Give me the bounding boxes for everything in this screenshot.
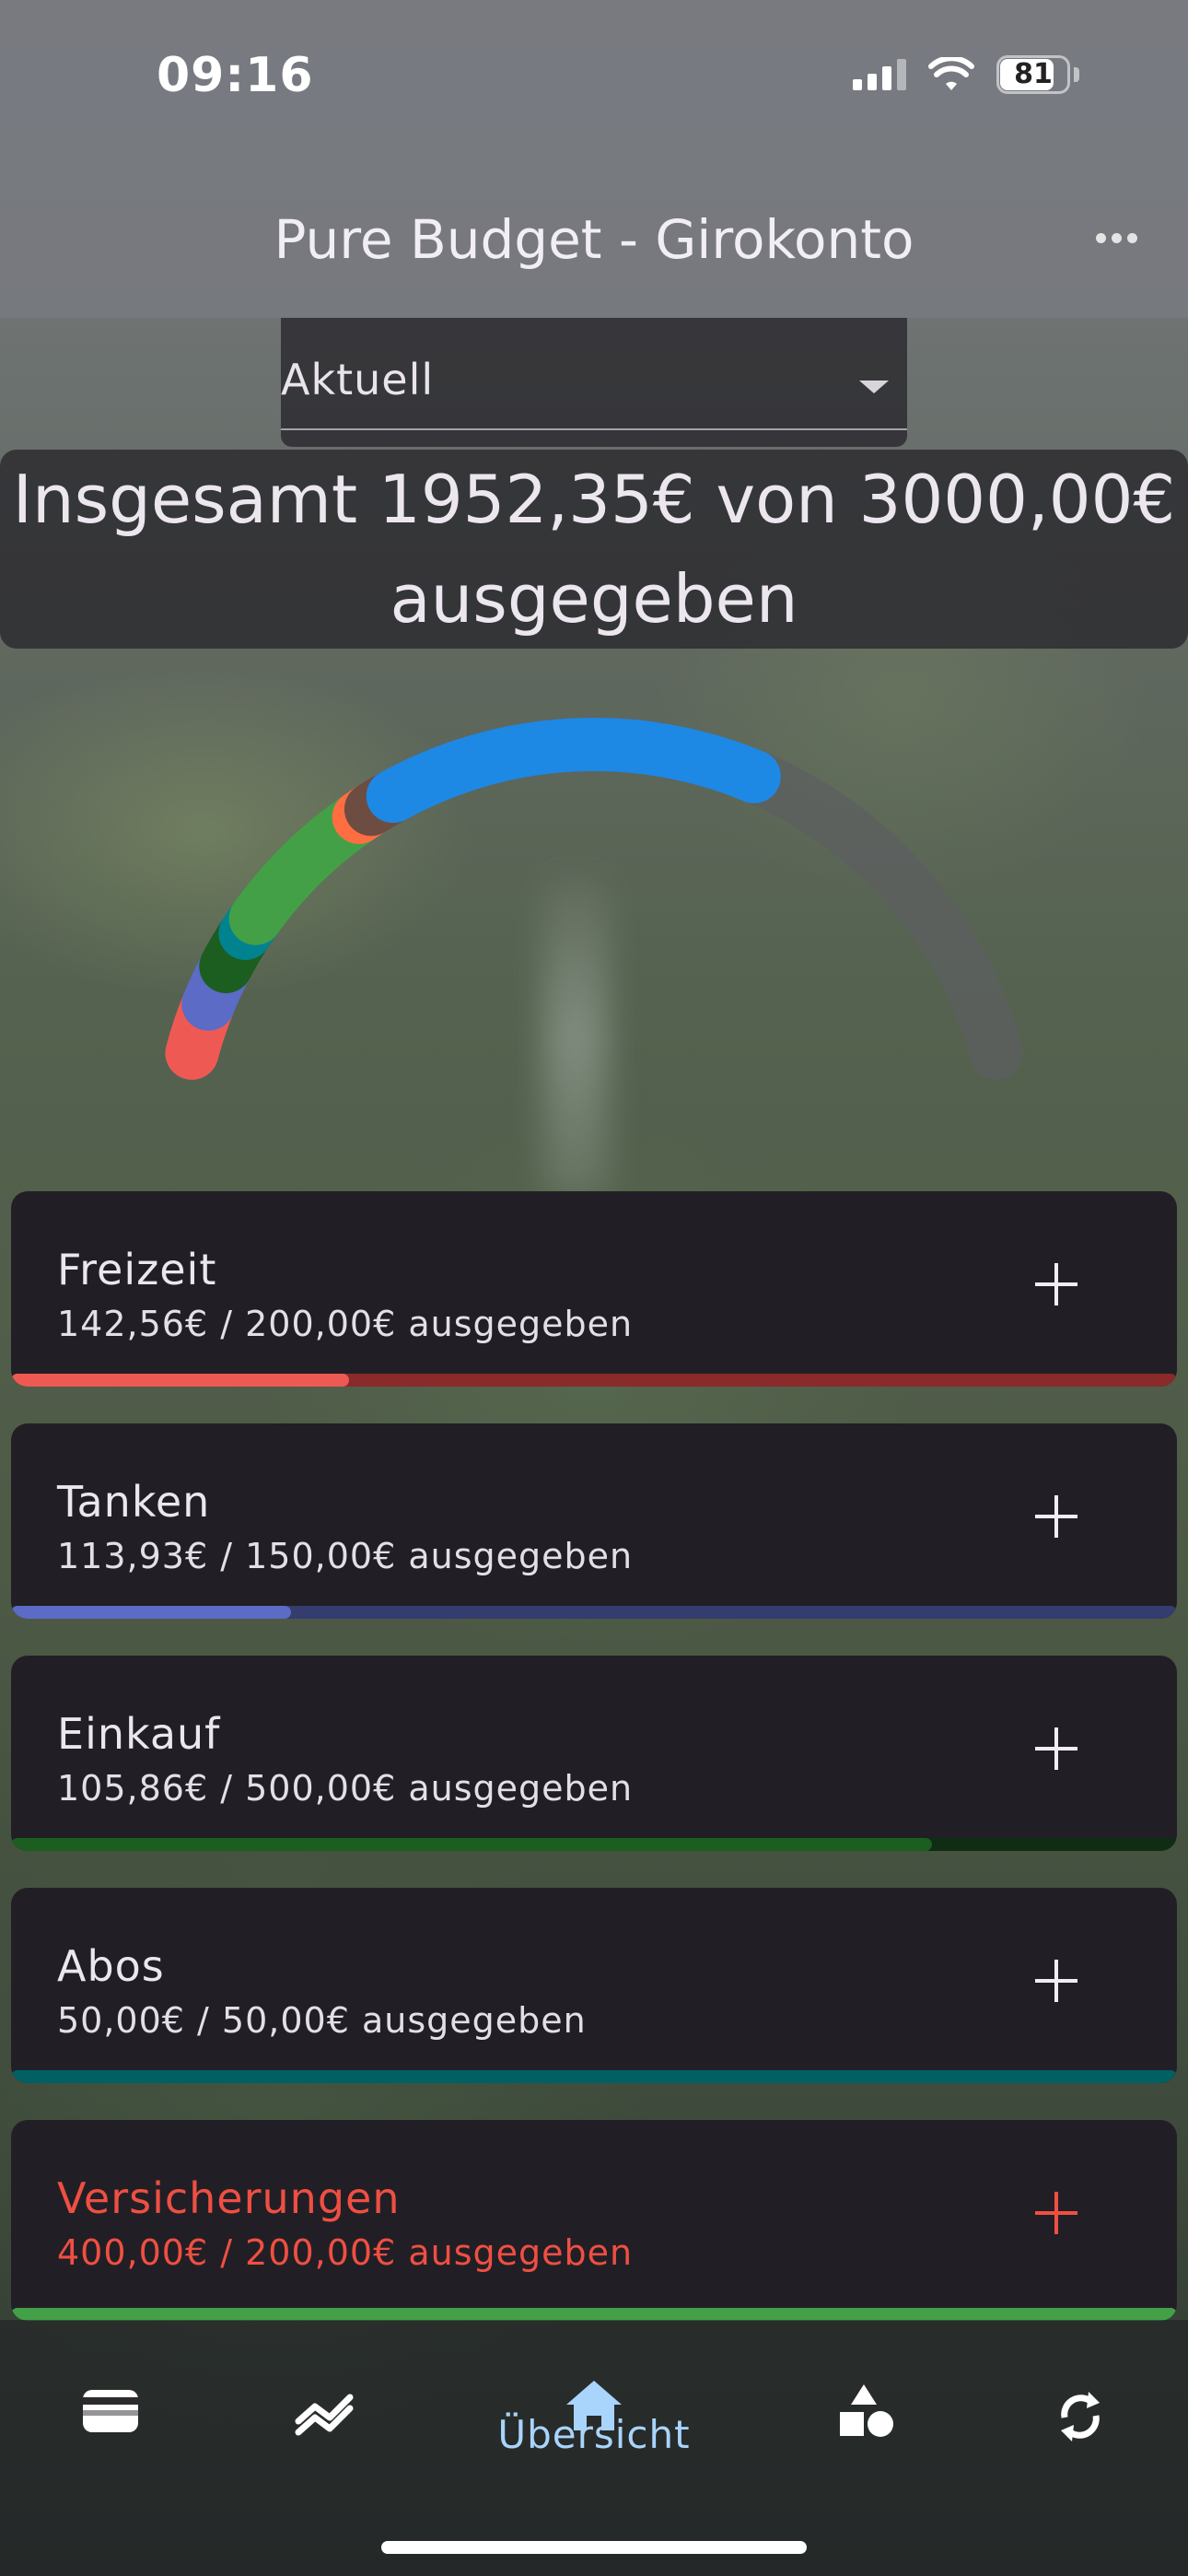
category-progress-fill [11, 1374, 350, 1387]
category-progress-fill [11, 1606, 291, 1619]
dropdown-underline [281, 428, 907, 430]
category-amount: 105,86€ / 500,00€ ausgegeben [57, 1768, 634, 1809]
add-expense-icon[interactable] [1030, 1954, 1083, 2008]
category-progress-track [11, 2308, 1177, 2321]
budget-summary: Insgesamt 1952,35€ von 3000,00€ ausgegeb… [0, 450, 1188, 649]
status-icons: 81 [853, 55, 1079, 94]
wifi-icon [928, 57, 974, 90]
summary-line-1: Insgesamt 1952,35€ von 3000,00€ [12, 461, 1176, 538]
category-name: Tanken [57, 1477, 211, 1527]
category-amount: 50,00€ / 50,00€ ausgegeben [57, 2000, 587, 2041]
category-card[interactable]: Einkauf 105,86€ / 500,00€ ausgegeben [11, 1656, 1177, 1851]
category-progress-track [11, 1838, 1177, 1851]
budget-gauge [165, 718, 1023, 1080]
category-progress-track [11, 2070, 1177, 2083]
category-name: Versicherungen [57, 2173, 401, 2223]
period-dropdown[interactable]: Aktuell [281, 318, 907, 447]
category-progress-track [11, 1374, 1177, 1387]
category-card[interactable]: Tanken 113,93€ / 150,00€ ausgegeben [11, 1423, 1177, 1619]
category-progress-track [11, 1606, 1177, 1619]
status-time: 09:16 [157, 48, 314, 103]
category-card[interactable]: Versicherungen 400,00€ / 200,00€ ausgegeb… [11, 2120, 1177, 2321]
category-amount: 400,00€ / 200,00€ ausgegeben [57, 2232, 634, 2273]
category-name: Freizeit [57, 1245, 217, 1294]
period-dropdown-value: Aktuell [281, 355, 435, 404]
gauge-track [165, 718, 1023, 1080]
category-progress-fill [11, 1838, 933, 1851]
category-progress-fill [11, 2308, 1177, 2321]
category-card[interactable]: Freizeit 142,56€ / 200,00€ ausgegeben [11, 1191, 1177, 1387]
category-name: Einkauf [57, 1709, 221, 1759]
home-indicator [381, 2541, 807, 2554]
more-horizontal-icon[interactable] [1096, 233, 1137, 243]
nav-overview-label[interactable]: Übersicht [0, 2412, 1188, 2457]
add-expense-icon[interactable] [1030, 1722, 1083, 1775]
summary-line-2: ausgegeben [390, 560, 798, 638]
add-expense-icon[interactable] [1030, 2186, 1083, 2240]
battery-level: 81 [1014, 58, 1053, 90]
category-name: Abos [57, 1941, 165, 1991]
gauge-segment [366, 718, 781, 824]
battery-icon: 81 [996, 55, 1079, 94]
chevron-down-icon [859, 381, 889, 393]
category-amount: 113,93€ / 150,00€ ausgegeben [57, 1536, 634, 1576]
cellular-signal-icon [853, 59, 906, 90]
category-amount: 142,56€ / 200,00€ ausgegeben [57, 1304, 634, 1344]
category-card[interactable]: Abos 50,00€ / 50,00€ ausgegeben [11, 1888, 1177, 2083]
category-progress-fill [11, 2070, 1177, 2083]
add-expense-icon[interactable] [1030, 1490, 1083, 1543]
app-title: Pure Budget - Girokonto [274, 208, 914, 271]
add-expense-icon[interactable] [1030, 1258, 1083, 1311]
